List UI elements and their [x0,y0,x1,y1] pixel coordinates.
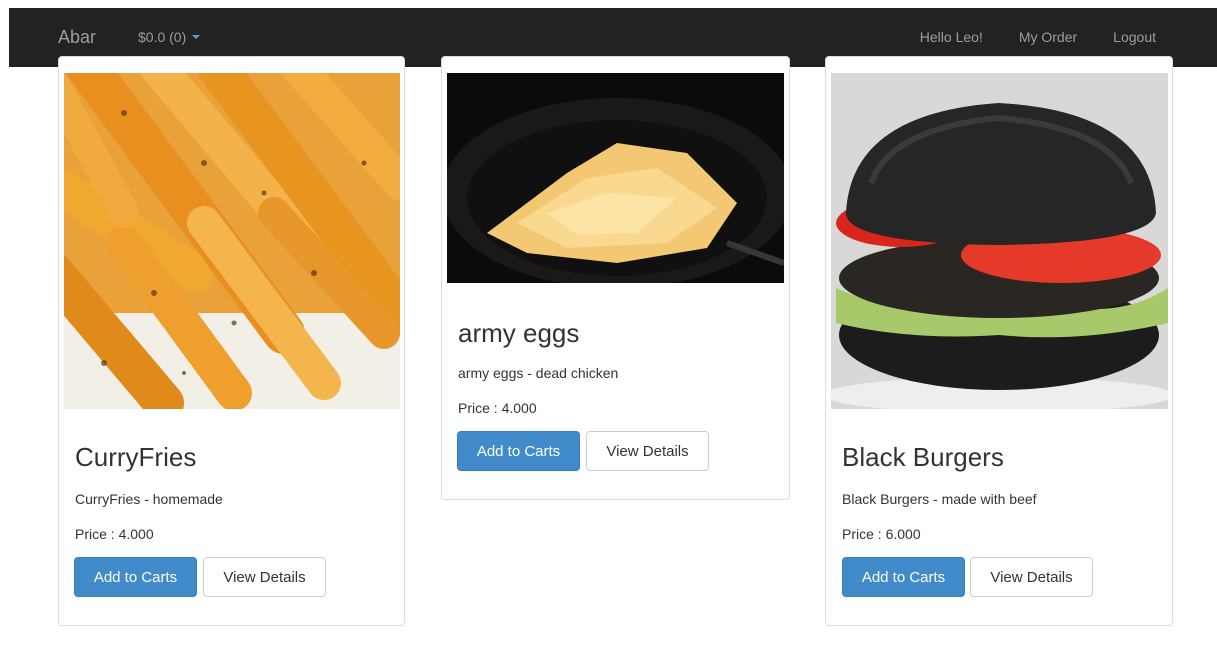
product-title: army eggs [458,318,580,348]
cart-total: $0.0 (0) [138,29,187,45]
product-image-curryfries [64,73,400,409]
product-description: army eggs - dead chicken [458,365,619,381]
view-details-button[interactable]: View Details [586,431,709,471]
view-details-button[interactable]: View Details [970,557,1093,597]
greeting-link[interactable]: Hello Leo! [920,29,983,45]
cart-dropdown[interactable]: $0.0 (0) [138,29,201,45]
caret-down-icon [192,35,201,39]
product-price: Price : 4.000 [75,526,154,542]
product-description: Black Burgers - made with beef [842,491,1037,507]
product-title: CurryFries [75,442,197,472]
product-price: Price : 6.000 [842,526,921,542]
add-to-cart-button[interactable]: Add to Carts [842,557,965,597]
product-title: Black Burgers [842,442,1004,472]
logout-link[interactable]: Logout [1113,29,1156,45]
product-card-curryfries: CurryFries CurryFries - homemade Price :… [58,56,405,626]
product-card-army-eggs: army eggs army eggs - dead chicken Price… [441,56,790,500]
view-details-button[interactable]: View Details [203,557,326,597]
add-to-cart-button[interactable]: Add to Carts [74,557,197,597]
product-description: CurryFries - homemade [75,491,223,507]
add-to-cart-button[interactable]: Add to Carts [457,431,580,471]
product-card-black-burgers: Black Burgers Black Burgers - made with … [825,56,1173,626]
product-image-black-burgers [831,73,1168,409]
product-price: Price : 4.000 [458,400,537,416]
nav-right: Hello Leo! My Order Logout [920,29,1156,45]
my-order-link[interactable]: My Order [1019,29,1077,45]
brand-link[interactable]: Abar [58,27,96,48]
product-image-army-eggs [447,73,784,283]
